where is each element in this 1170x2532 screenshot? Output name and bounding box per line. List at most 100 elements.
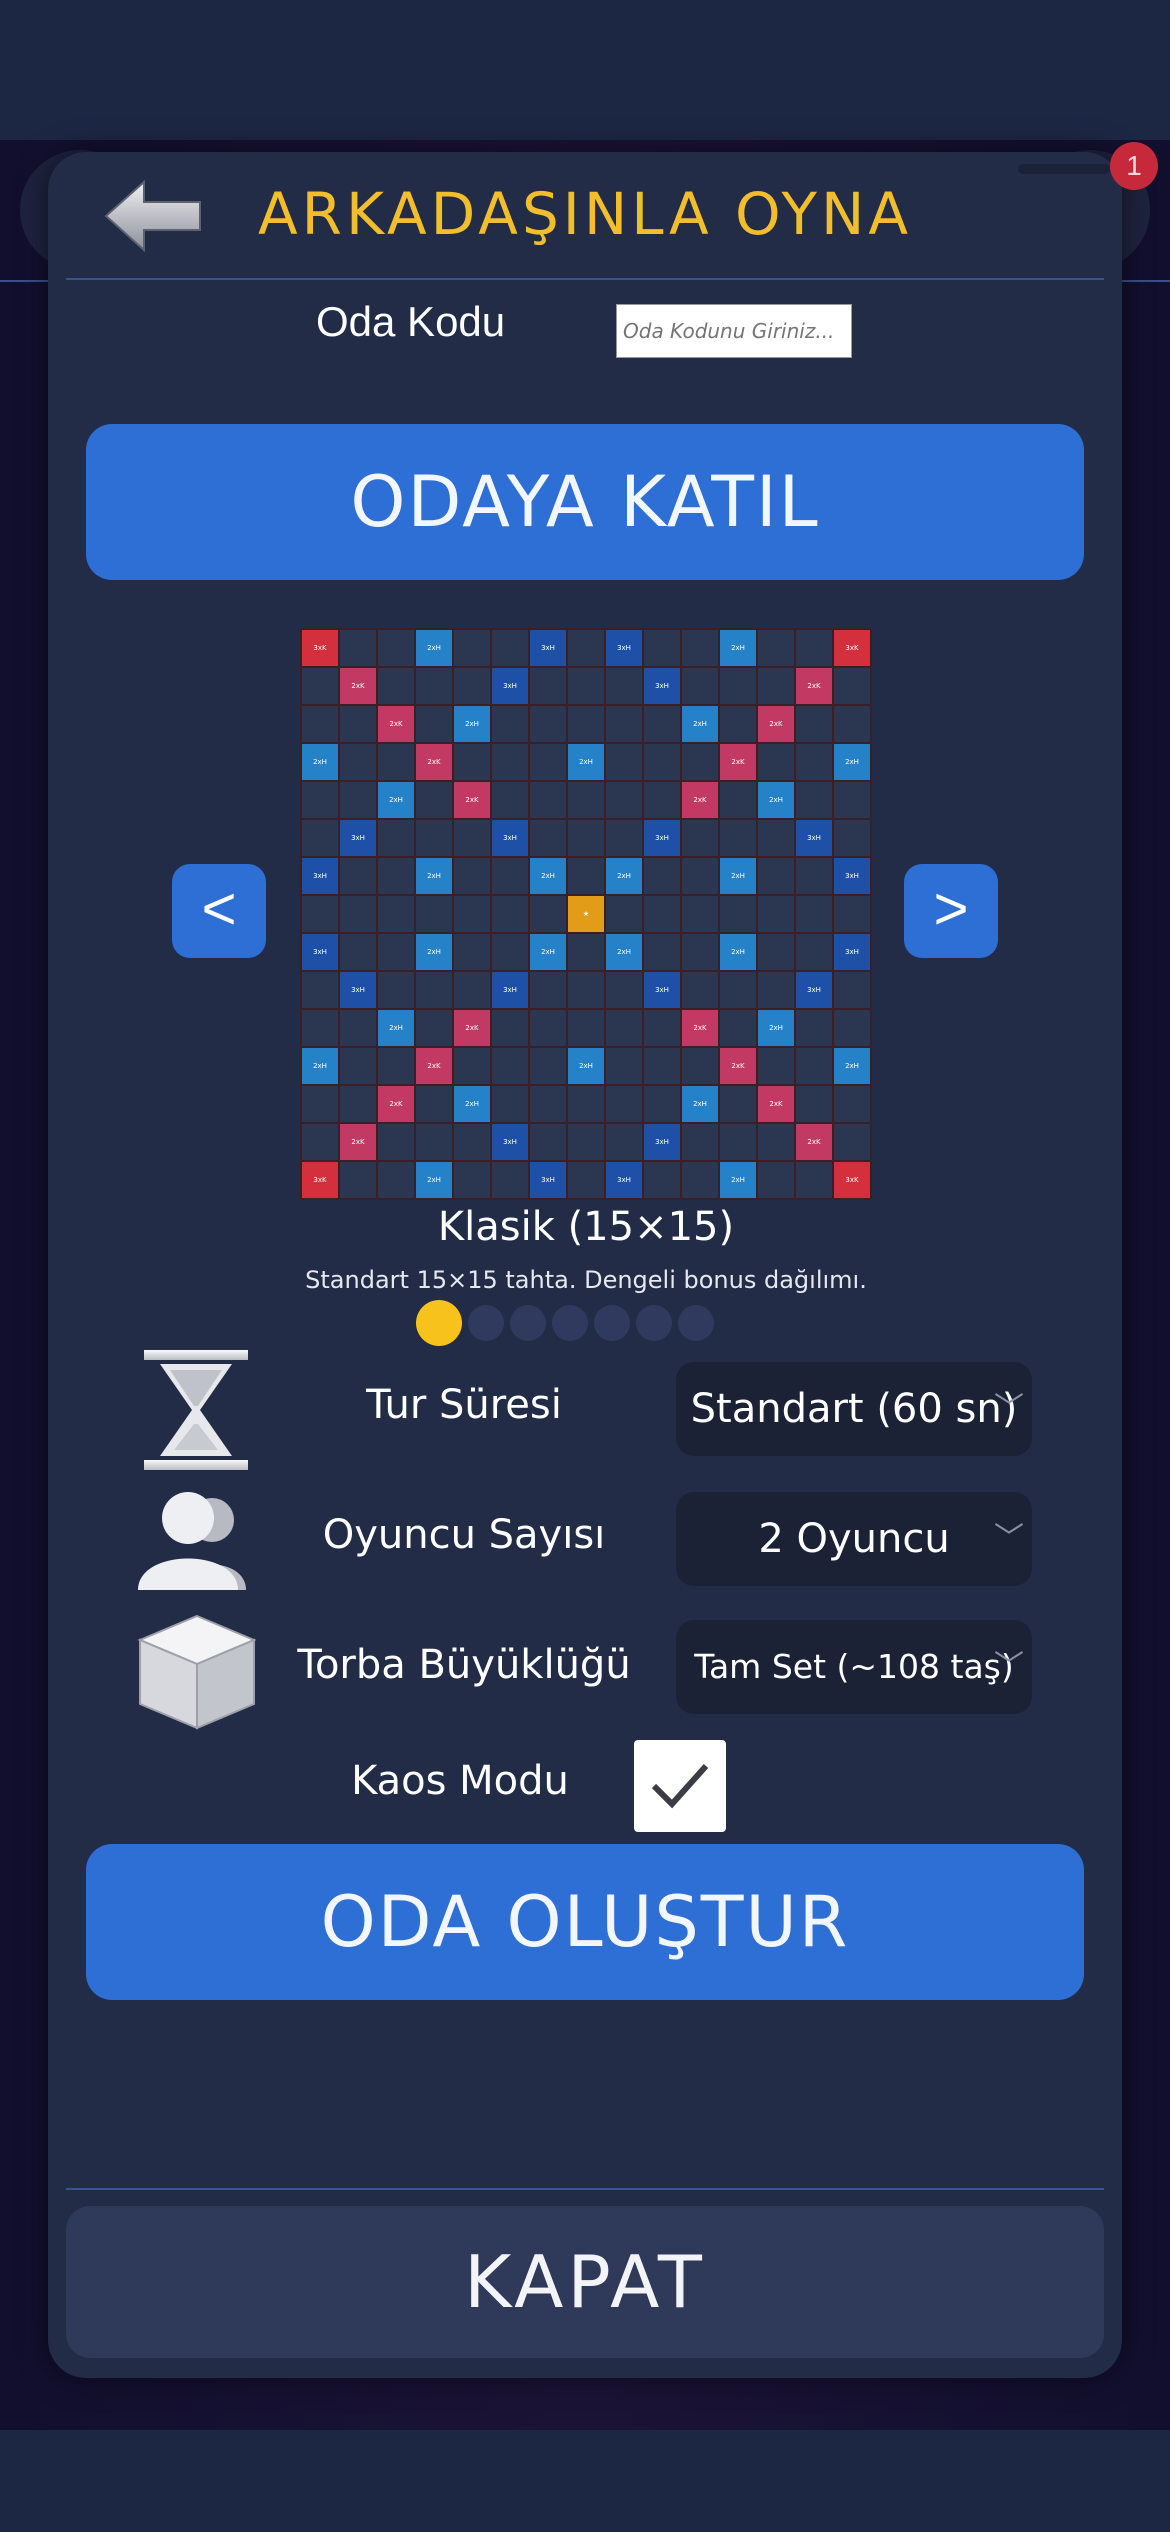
board-cell-triple-word: 3xK bbox=[302, 630, 338, 666]
board-cell bbox=[340, 706, 376, 742]
board-cell bbox=[796, 1010, 832, 1046]
board-cell bbox=[302, 972, 338, 1008]
board-cell bbox=[568, 630, 604, 666]
board-cell-double-word: 2xK bbox=[416, 744, 452, 780]
turn-time-select[interactable]: Standart (60 sn) ﹀ bbox=[676, 1362, 1032, 1456]
header-divider bbox=[66, 278, 1104, 280]
board-cell bbox=[340, 858, 376, 894]
board-cell bbox=[530, 1086, 566, 1122]
board-cell bbox=[416, 820, 452, 856]
bag-size-select[interactable]: Tam Set (~108 taş) ﹀ bbox=[676, 1620, 1032, 1714]
board-cell bbox=[530, 706, 566, 742]
pagination-dot[interactable] bbox=[510, 1305, 546, 1341]
pagination-dot[interactable] bbox=[636, 1305, 672, 1341]
board-cell bbox=[796, 782, 832, 818]
board-cell-double-word: 2xK bbox=[340, 1124, 376, 1160]
board-cell-triple-letter: 3xH bbox=[340, 820, 376, 856]
board-cell bbox=[644, 706, 680, 742]
board-cell bbox=[758, 1048, 794, 1084]
board-cell bbox=[302, 1124, 338, 1160]
close-button[interactable]: KAPAT bbox=[66, 2206, 1104, 2358]
board-cell bbox=[302, 1086, 338, 1122]
board-cell bbox=[492, 706, 528, 742]
join-room-button[interactable]: ODAYA KATIL bbox=[86, 424, 1084, 580]
board-cell bbox=[720, 820, 756, 856]
modal-handle bbox=[1018, 164, 1110, 174]
board-cell bbox=[378, 858, 414, 894]
board-cell bbox=[568, 972, 604, 1008]
board-next-button[interactable]: > bbox=[904, 864, 998, 958]
back-arrow-icon[interactable] bbox=[104, 178, 204, 254]
board-cell bbox=[606, 744, 642, 780]
board-cell bbox=[568, 820, 604, 856]
room-code-input[interactable] bbox=[616, 304, 852, 358]
board-cell-double-letter: 2xH bbox=[682, 706, 718, 742]
board-cell bbox=[530, 820, 566, 856]
board-cell bbox=[834, 1010, 870, 1046]
board-cell bbox=[682, 1048, 718, 1084]
board-cell bbox=[606, 706, 642, 742]
board-cell-double-letter: 2xH bbox=[834, 1048, 870, 1084]
player-count-select[interactable]: 2 Oyuncu ﹀ bbox=[676, 1492, 1032, 1586]
board-preview: 3xK 2xH 3xH 3xH 2xH 3xK 2xK 3xH 3xH 2xK 2xK 2xH 2xH 2… bbox=[300, 628, 872, 1200]
pagination-dot[interactable] bbox=[552, 1305, 588, 1341]
board-cell bbox=[492, 858, 528, 894]
board-cell bbox=[606, 972, 642, 1008]
checkmark-icon bbox=[651, 1763, 709, 1809]
bag-size-value: Tam Set (~108 taş) bbox=[694, 1647, 1014, 1686]
pagination-dot[interactable] bbox=[678, 1305, 714, 1341]
pagination-dot[interactable] bbox=[594, 1305, 630, 1341]
board-cell-double-word: 2xK bbox=[340, 668, 376, 704]
board-cell-triple-letter: 3xH bbox=[302, 858, 338, 894]
board-cell bbox=[568, 1010, 604, 1046]
board-cell-double-letter: 2xH bbox=[720, 1162, 756, 1198]
board-cell-triple-word: 3xK bbox=[302, 1162, 338, 1198]
board-cell bbox=[568, 858, 604, 894]
board-cell bbox=[416, 1124, 452, 1160]
board-cell-double-word: 2xK bbox=[720, 1048, 756, 1084]
board-cell bbox=[796, 1162, 832, 1198]
board-cell bbox=[302, 820, 338, 856]
create-room-button[interactable]: ODA OLUŞTUR bbox=[86, 1844, 1084, 2000]
board-cell bbox=[378, 896, 414, 932]
board-cell bbox=[720, 896, 756, 932]
board-cell-double-letter: 2xH bbox=[720, 858, 756, 894]
board-cell bbox=[644, 1048, 680, 1084]
board-cell bbox=[796, 744, 832, 780]
board-cell bbox=[340, 782, 376, 818]
board-cell-double-letter: 2xH bbox=[302, 744, 338, 780]
board-cell-double-letter: 2xH bbox=[682, 1086, 718, 1122]
board-cell bbox=[340, 1010, 376, 1046]
board-cell-double-word: 2xK bbox=[454, 782, 490, 818]
board-cell bbox=[454, 630, 490, 666]
board-cell-triple-letter: 3xH bbox=[492, 820, 528, 856]
board-cell bbox=[340, 1086, 376, 1122]
board-cell bbox=[644, 934, 680, 970]
board-cell bbox=[416, 782, 452, 818]
board-cell bbox=[682, 1124, 718, 1160]
board-cell-double-word: 2xK bbox=[454, 1010, 490, 1046]
board-cell bbox=[454, 1162, 490, 1198]
board-cell bbox=[758, 934, 794, 970]
pagination-dot[interactable] bbox=[468, 1305, 504, 1341]
board-cell-double-letter: 2xH bbox=[416, 934, 452, 970]
board-cell-double-word: 2xK bbox=[796, 668, 832, 704]
board-cell bbox=[416, 896, 452, 932]
board-cell bbox=[416, 668, 452, 704]
board-cell-triple-letter: 3xH bbox=[492, 668, 528, 704]
chaos-mode-checkbox[interactable] bbox=[634, 1740, 726, 1832]
board-cell bbox=[644, 630, 680, 666]
board-cell bbox=[606, 668, 642, 704]
board-prev-button[interactable]: < bbox=[172, 864, 266, 958]
board-cell-triple-letter: 3xH bbox=[340, 972, 376, 1008]
pagination-dot[interactable] bbox=[416, 1300, 462, 1346]
board-cell bbox=[606, 896, 642, 932]
board-cell bbox=[454, 934, 490, 970]
board-cell bbox=[340, 1162, 376, 1198]
board-cell bbox=[758, 1124, 794, 1160]
board-cell bbox=[834, 896, 870, 932]
board-cell bbox=[834, 820, 870, 856]
board-cell bbox=[568, 706, 604, 742]
board-cell bbox=[758, 630, 794, 666]
board-cell-triple-letter: 3xH bbox=[530, 630, 566, 666]
